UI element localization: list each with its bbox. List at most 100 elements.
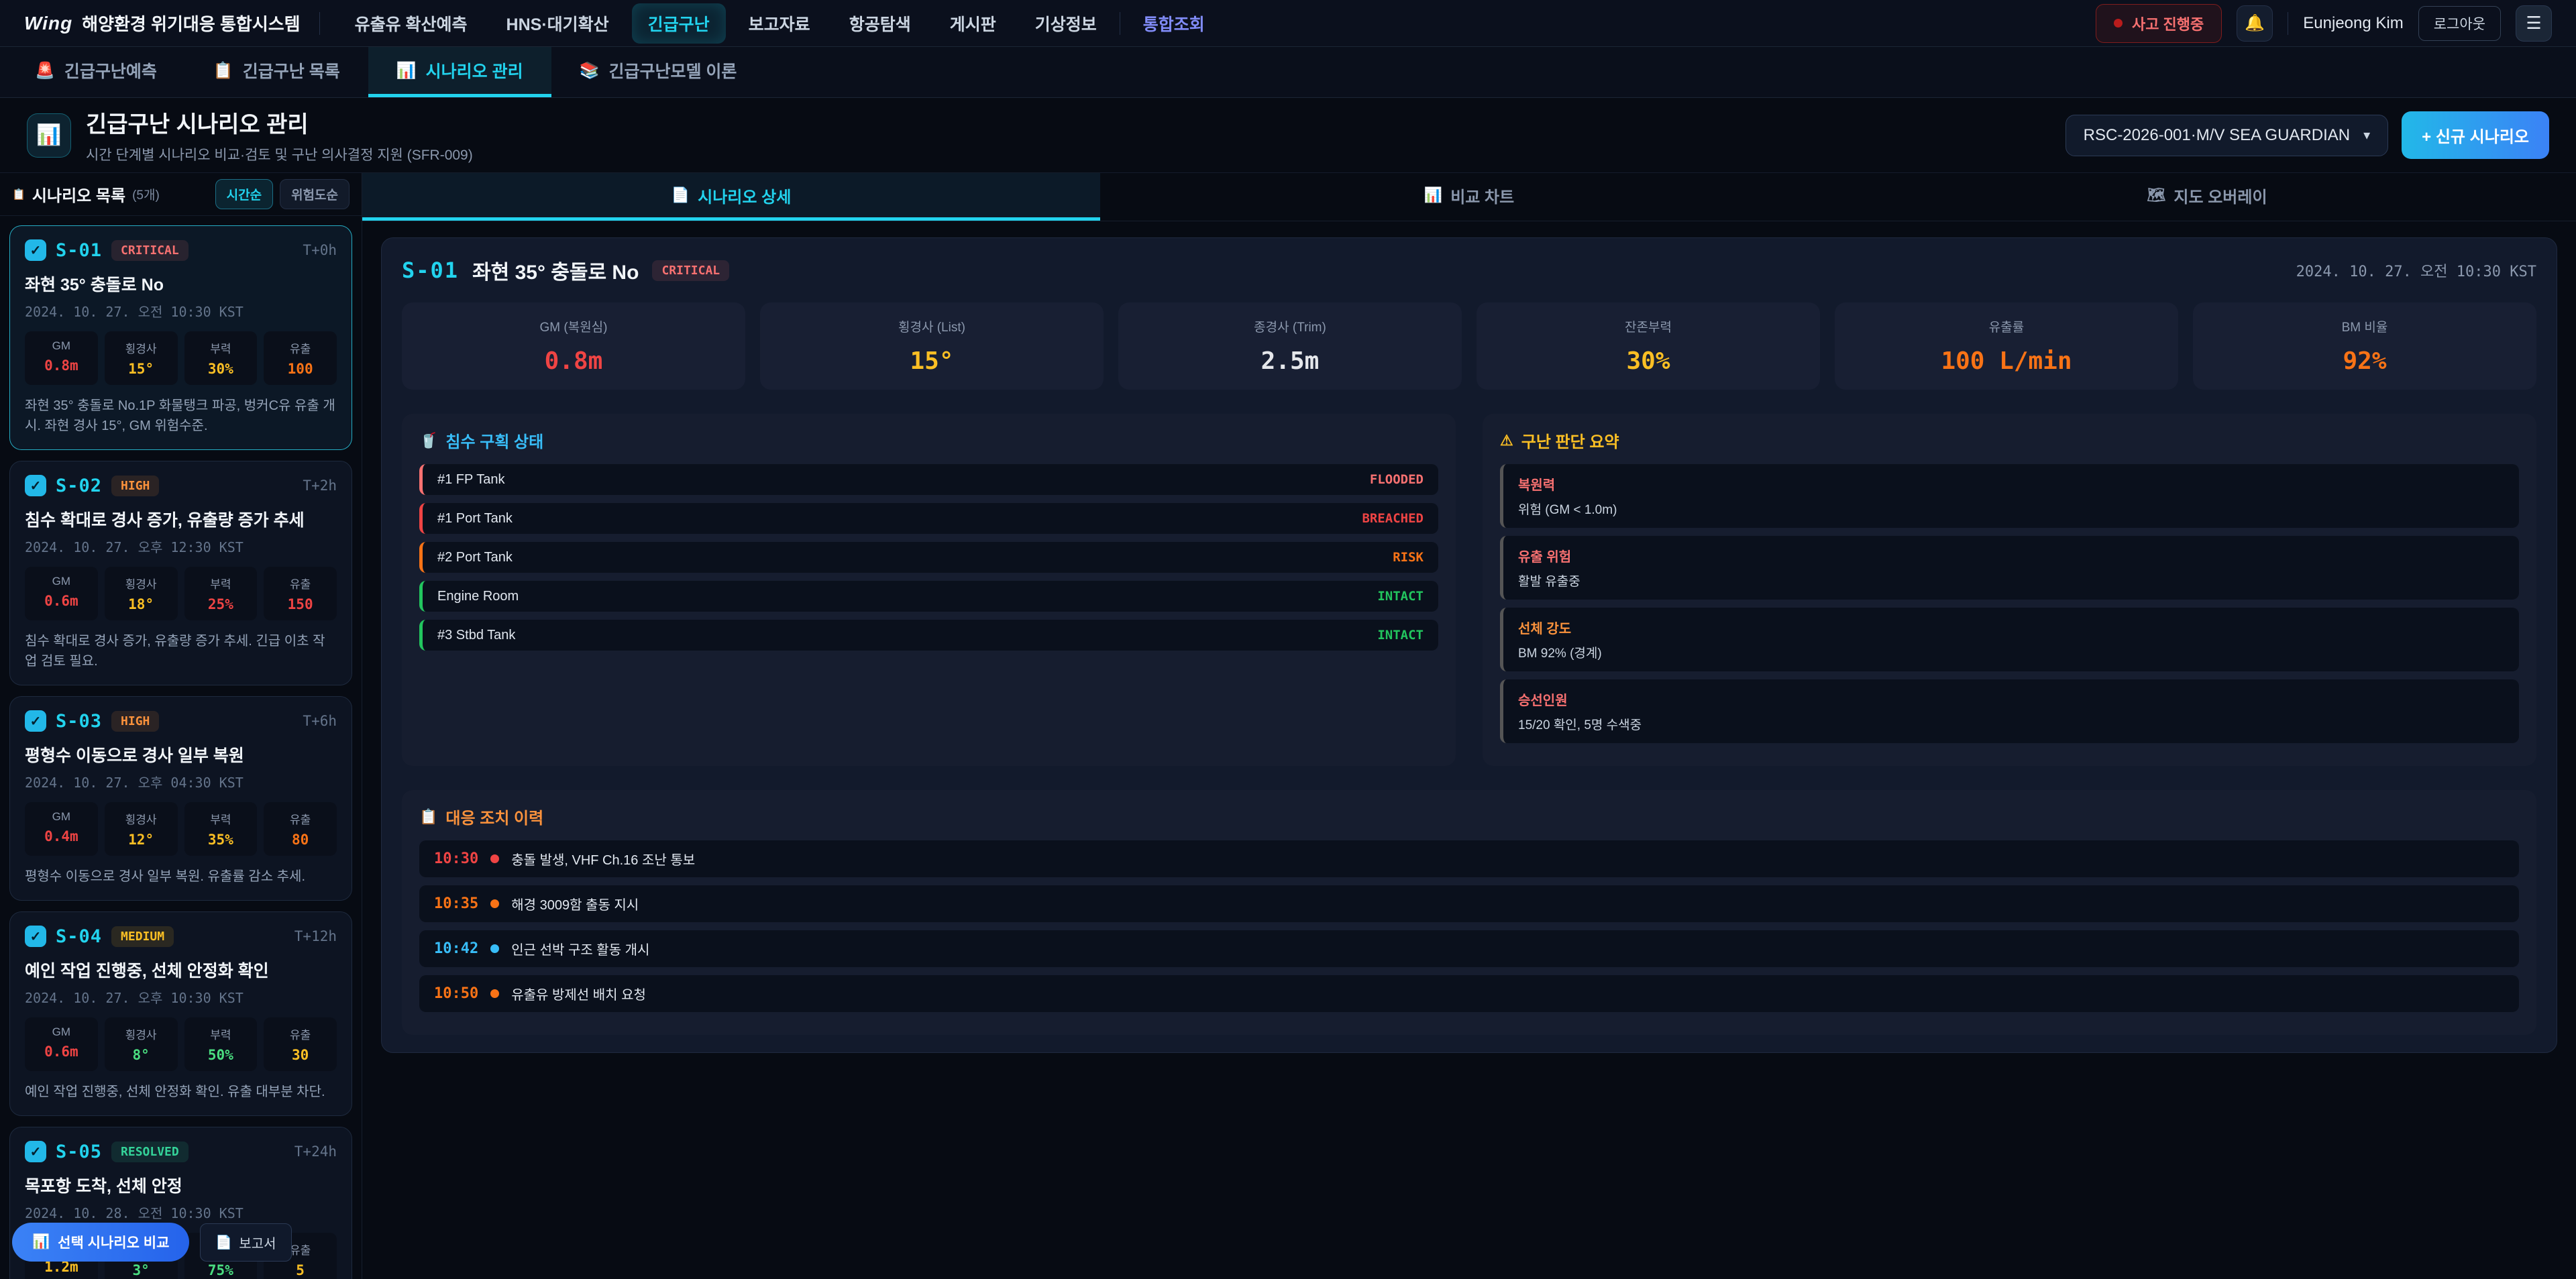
nav-item-reports[interactable]: 보고자료: [733, 3, 826, 44]
tab-label: 긴급구난모델 이론: [608, 58, 737, 82]
judgement-stability: 복원력 위험 (GM < 1.0m): [1500, 464, 2519, 528]
nav-item-emergency-rescue[interactable]: 긴급구난: [632, 3, 726, 44]
history-row-1042: 10:42 인근 선박 구조 활동 개시: [419, 930, 2519, 967]
judgement-crew: 승선인원 15/20 확인, 5명 수색중: [1500, 679, 2519, 743]
metric-buoyancy: 부력25%: [184, 567, 258, 620]
page-header-actions: RSC-2026-001·M/V SEA GUARDIAN ▾ + 신규 시나리…: [2065, 111, 2549, 159]
logout-button[interactable]: 로그아웃: [2418, 6, 2501, 41]
timeline-dot-icon: [490, 854, 499, 863]
metric-list: 횡경사12°: [105, 802, 178, 856]
books-icon: 📚: [580, 61, 600, 80]
scenario-id: S-04: [56, 926, 102, 947]
severity-badge: HIGH: [111, 476, 159, 496]
list-icon: 📋: [12, 188, 25, 201]
tab-rescue-forecast[interactable]: 🚨 긴급구난예측: [7, 47, 185, 97]
time-offset: T+2h: [303, 478, 337, 494]
scenario-description: 평형수 이동으로 경사 일부 복원. 유출률 감소 추세.: [25, 867, 337, 887]
report-button[interactable]: 📄 보고서: [200, 1223, 291, 1262]
scenario-checkbox[interactable]: ✓: [25, 239, 46, 261]
scenario-datetime: 2024. 10. 27. 오후 04:30 KST: [25, 772, 337, 791]
check-icon: ✓: [30, 928, 42, 945]
detail-view-tabs: 📄 시나리오 상세 📊 비교 차트 🗺 지도 오버레이: [362, 173, 2576, 221]
scenario-datetime: 2024. 10. 27. 오후 12:30 KST: [25, 537, 337, 556]
scenario-title: 평형수 이동으로 경사 일부 복원: [25, 742, 337, 767]
metric-list: 횡경사18°: [105, 567, 178, 620]
app-title: 해양환경 위기대응 통합시스템: [82, 11, 300, 36]
tab-rescue-list[interactable]: 📋 긴급구난 목록: [185, 47, 368, 97]
timeline-dot-icon: [490, 899, 499, 908]
section-tabs: 🚨 긴급구난예측 📋 긴급구난 목록 📊 시나리오 관리 📚 긴급구난모델 이론: [0, 47, 2576, 98]
history-time: 10:50: [434, 985, 478, 1002]
compare-scenarios-button[interactable]: 📊 선택 시나리오 비교: [12, 1223, 189, 1262]
tab-scenario-detail[interactable]: 📄 시나리오 상세: [362, 173, 1100, 221]
clipboard-icon: 📋: [419, 808, 437, 826]
topbar: Wing 해양환경 위기대응 통합시스템 유출유 확산예측 HNS·대기확산 긴…: [0, 0, 2576, 47]
check-icon: ✓: [30, 478, 42, 494]
metric-spill: 유출30: [264, 1017, 337, 1071]
hamburger-icon: ☰: [2526, 13, 2541, 34]
metric-gm: GM0.8m: [25, 331, 98, 385]
nav-item-board[interactable]: 게시판: [934, 3, 1012, 44]
tab-comparison-chart[interactable]: 📊 비교 차트: [1100, 173, 1838, 221]
nav-item-oil-spill-forecast[interactable]: 유출유 확산예측: [339, 3, 484, 44]
hamburger-menu-button[interactable]: ☰: [2516, 5, 2552, 42]
card-top-row: ✓ S-04 MEDIUM T+12h: [25, 926, 337, 947]
scenario-card-s03[interactable]: ✓ S-03 HIGH T+6h 평형수 이동으로 경사 일부 복원 2024.…: [9, 696, 352, 901]
incident-dot-icon: [2114, 19, 2123, 27]
tab-label: 지도 오버레이: [2174, 184, 2267, 207]
scenario-checkbox[interactable]: ✓: [25, 1141, 46, 1162]
document-icon: 📄: [672, 186, 690, 204]
tank-row-fp-tank: #1 FP Tank FLOODED: [419, 464, 1438, 495]
nav-item-integrated-search[interactable]: 통합조회: [1127, 3, 1221, 44]
new-scenario-button[interactable]: + 신규 시나리오: [2402, 111, 2549, 159]
scenario-list: ✓ S-01 CRITICAL T+0h 좌현 35° 충돌로 No 2024.…: [0, 216, 362, 1279]
warning-icon: ⚠: [1500, 432, 1513, 449]
scenario-checkbox[interactable]: ✓: [25, 926, 46, 947]
report-label: 보고서: [239, 1233, 276, 1252]
tab-map-overlay[interactable]: 🗺 지도 오버레이: [1838, 173, 2576, 221]
metric-card-gm: GM (복원심) 0.8m: [402, 302, 745, 390]
scenario-card-s01[interactable]: ✓ S-01 CRITICAL T+0h 좌현 35° 충돌로 No 2024.…: [9, 225, 352, 450]
scenario-title: 목포항 도착, 선체 안정: [25, 1173, 337, 1197]
sidebar-header: 📋 시나리오 목록 (5개) 시간순 위험도순: [0, 173, 362, 216]
check-icon: ✓: [30, 242, 42, 259]
brand[interactable]: Wing 해양환경 위기대응 통합시스템: [24, 11, 301, 36]
sort-by-time-button[interactable]: 시간순: [215, 179, 273, 209]
metric-gm: GM0.4m: [25, 802, 98, 856]
history-text: 충돌 발생, VHF Ch.16 조난 통보: [511, 849, 695, 869]
scenario-card-s04[interactable]: ✓ S-04 MEDIUM T+12h 예인 작업 진행중, 선체 안정화 확인…: [9, 911, 352, 1116]
scenario-metrics: GM0.6m 횡경사8° 부력50% 유출30: [25, 1017, 337, 1071]
tab-label: 비교 차트: [1450, 184, 1514, 207]
nav-item-aerial-search[interactable]: 항공탐색: [833, 3, 927, 44]
tank-status: FLOODED: [1370, 472, 1424, 487]
nav-item-hns-dispersion[interactable]: HNS·대기확산: [490, 3, 625, 44]
detail-metrics-row: GM (복원심) 0.8m 횡경사 (List) 15° 종경사 (Trim) …: [402, 302, 2536, 390]
metric-card-buoyancy: 잔존부력 30%: [1477, 302, 1820, 390]
card-top-row: ✓ S-02 HIGH T+2h: [25, 475, 337, 496]
detail-severity-badge: CRITICAL: [652, 260, 729, 281]
metric-spill: 유출80: [264, 802, 337, 856]
tab-rescue-model-theory[interactable]: 📚 긴급구난모델 이론: [551, 47, 765, 97]
metric-buoyancy: 부력50%: [184, 1017, 258, 1071]
sort-by-risk-button[interactable]: 위험도순: [280, 179, 350, 209]
scenario-card-s02[interactable]: ✓ S-02 HIGH T+2h 침수 확대로 경사 증가, 유출량 증가 추세…: [9, 461, 352, 685]
scenario-checkbox[interactable]: ✓: [25, 475, 46, 496]
detail-header: S-01 좌현 35° 충돌로 No CRITICAL 2024. 10. 27…: [402, 256, 2536, 285]
time-offset: T+24h: [294, 1144, 337, 1160]
sort-toggle: 시간순 위험도순: [215, 179, 350, 209]
tab-scenario-management[interactable]: 📊 시나리오 관리: [368, 47, 551, 97]
nav-item-weather[interactable]: 기상정보: [1019, 3, 1113, 44]
scenario-metrics: GM0.6m 횡경사18° 부력25% 유출150: [25, 567, 337, 620]
incident-label: 사고 진행중: [2132, 13, 2204, 34]
bar-chart-icon: 📊: [1424, 186, 1442, 204]
wing-logo-icon: Wing: [24, 13, 72, 34]
scenario-checkbox[interactable]: ✓: [25, 710, 46, 732]
notifications-button[interactable]: 🔔: [2237, 5, 2273, 42]
compare-chart-icon: 📊: [32, 1234, 50, 1250]
page-icon: 📊: [27, 113, 71, 158]
scenario-datetime: 2024. 10. 28. 오전 10:30 KST: [25, 1203, 337, 1222]
history-time: 10:30: [434, 850, 478, 867]
user-name: Eunjeong Kim: [2303, 14, 2403, 33]
case-select-dropdown[interactable]: RSC-2026-001·M/V SEA GUARDIAN ▾: [2065, 115, 2389, 156]
case-select-value: RSC-2026-001·M/V SEA GUARDIAN: [2084, 126, 2350, 145]
